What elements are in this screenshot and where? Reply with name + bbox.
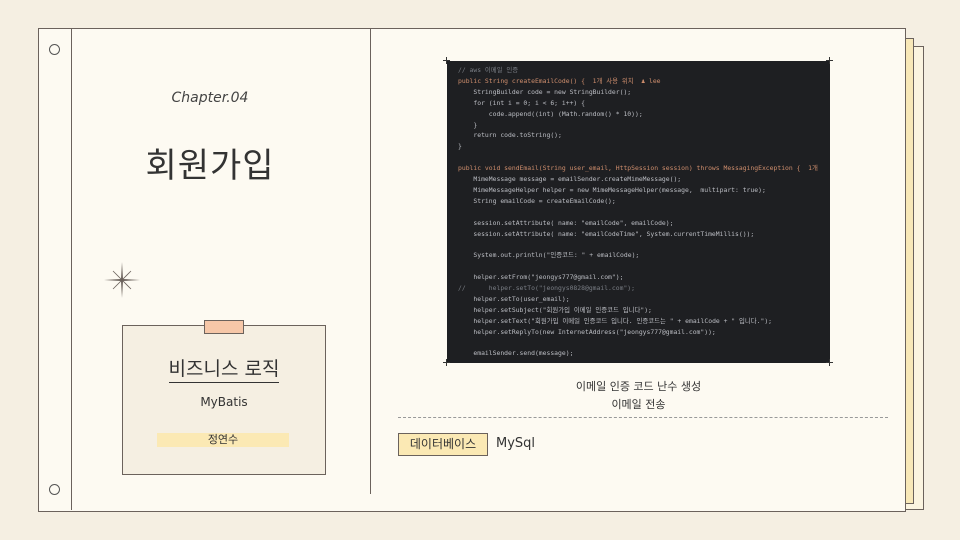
code-line: // aws 이메일 인증	[458, 66, 519, 74]
code-line: MimeMessage message = emailSender.create…	[458, 175, 682, 183]
code-line: session.setAttribute( name: "emailCode",…	[458, 218, 674, 227]
code-line: System.out.println("인증코드: " + emailCode)…	[458, 251, 640, 260]
code-screenshot: // aws 이메일 인증 public String createEmailCo…	[447, 61, 830, 363]
code-line: session.setAttribute( name: "emailCodeTi…	[458, 229, 755, 238]
card-subtitle: MyBatis	[200, 395, 248, 409]
code-line: helper.setFrom("jeongys777@gmail.com");	[458, 273, 624, 282]
corner-mark-icon	[826, 359, 833, 366]
code-line: helper.setSubject("회원가입 이메일 인증코드 입니다");	[458, 305, 652, 314]
code-line: MimeMessageHelper helper = new MimeMessa…	[458, 185, 766, 194]
code-line: helper.setReplyTo(new InternetAddress("j…	[458, 327, 716, 336]
code-line: public void sendEmail(String user_email,…	[458, 164, 818, 173]
binding-line	[71, 28, 72, 510]
caption-line-2: 이메일 전송	[611, 398, 666, 411]
code-line: return code.toString();	[458, 131, 562, 140]
database-value: MySql	[496, 436, 536, 451]
dashed-divider	[398, 417, 888, 418]
binder-hole-bottom	[49, 484, 60, 495]
corner-mark-icon	[443, 57, 450, 64]
page-title: 회원가입	[145, 146, 275, 186]
author-name: 정연수	[157, 433, 289, 447]
card-title: 비즈니스 로직	[168, 358, 280, 383]
code-line: public String createEmailCode() { 1개 사용 …	[458, 76, 661, 85]
database-label: 데이터베이스	[398, 433, 488, 456]
code-line: emailSender.send(message);	[458, 349, 574, 358]
code-line: }	[458, 142, 462, 151]
corner-mark-icon	[826, 57, 833, 64]
chapter-label: Chapter.04	[171, 90, 249, 106]
code-line: code.append((int) (Math.random() * 10));	[458, 109, 643, 118]
code-line: for (int i = 0; i < 6; i++) {	[458, 98, 585, 107]
tape-decoration	[204, 320, 244, 334]
code-line: StringBuilder code = new StringBuilder()…	[458, 87, 632, 96]
topic-card: 비즈니스 로직 MyBatis 정연수	[122, 325, 326, 475]
code-line: }	[458, 120, 478, 129]
code-line: // helper.setTo("jeongys0828@gmail.com")…	[458, 284, 635, 292]
sparkle-icon	[104, 262, 140, 298]
caption-line-1: 이메일 인증 코드 난수 생성	[575, 380, 702, 393]
code-line: helper.setText("회원가입 이메일 인증코드 입니다. 인증코드는…	[458, 316, 773, 325]
code-line: helper.setTo(user_email);	[458, 294, 570, 303]
binder-hole-top	[49, 44, 60, 55]
corner-mark-icon	[443, 359, 450, 366]
code-line: String emailCode = createEmailCode();	[458, 196, 616, 205]
center-divider	[370, 28, 371, 494]
